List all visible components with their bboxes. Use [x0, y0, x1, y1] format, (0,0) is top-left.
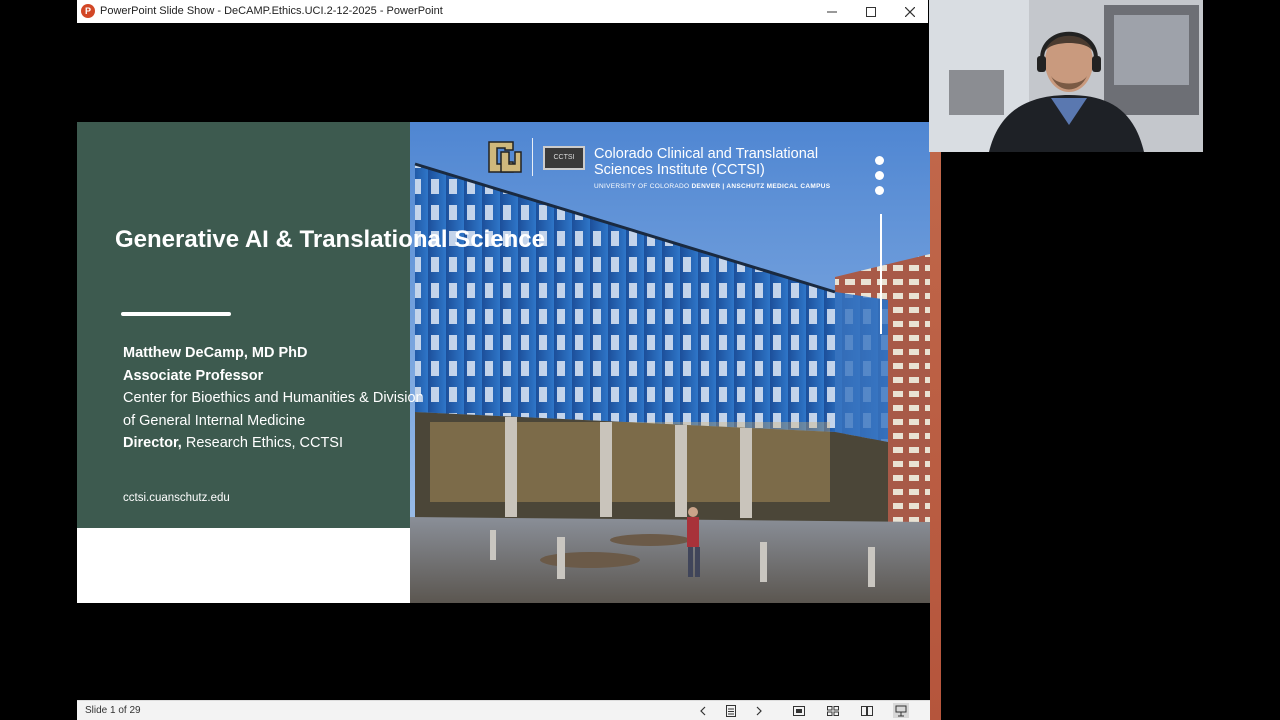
window-edge-strip	[930, 152, 941, 720]
website-url: cctsi.cuanschutz.edu	[123, 492, 230, 504]
decor-dot	[875, 171, 884, 180]
title-panel	[77, 122, 410, 528]
institute-subtitle-university: UNIVERSITY OF COLORADO	[594, 183, 692, 190]
normal-view-icon	[793, 705, 805, 716]
institute-name-line2: Sciences Institute (CCTSI)	[594, 162, 765, 178]
minimize-button[interactable]	[813, 0, 851, 23]
director-role: Research Ethics, CCTSI	[185, 435, 344, 451]
title-underline	[121, 312, 231, 316]
building-photo	[410, 122, 930, 603]
cctsi-badge: CCTSI	[543, 146, 585, 170]
presenter-info: Matthew DeCamp, MD PhD Associate Profess…	[123, 342, 483, 455]
chevron-left-icon	[700, 706, 706, 715]
institute-name: Colorado Clinical and Translational Scie…	[594, 146, 818, 178]
slideshow-view-button[interactable]	[893, 703, 909, 718]
cu-logo	[485, 138, 523, 176]
decor-dot	[875, 156, 884, 165]
decorative-line	[880, 214, 882, 334]
window-title-bar: P PowerPoint Slide Show - DeCAMP.Ethics.…	[77, 0, 928, 23]
window-title: PowerPoint Slide Show - DeCAMP.Ethics.UC…	[100, 5, 443, 17]
grid-icon	[827, 705, 839, 716]
chevron-right-icon	[756, 706, 762, 715]
slide-indicator: Slide 1 of 29	[85, 705, 141, 716]
minimize-icon	[827, 11, 837, 12]
presenter-position: Associate Professor	[123, 367, 264, 384]
slide: Generative AI & Translational Science Ma…	[77, 122, 930, 603]
presentation-icon	[895, 705, 907, 716]
logo-divider	[532, 138, 533, 176]
next-slide-button[interactable]	[751, 703, 767, 718]
institute-name-line1: Colorado Clinical and Translational	[594, 146, 819, 162]
normal-view-button[interactable]	[791, 703, 807, 718]
slideshow-status-bar: Slide 1 of 29	[77, 700, 930, 720]
cu-logo-icon	[488, 141, 522, 173]
decorative-dots	[875, 156, 885, 201]
slide-sorter-button[interactable]	[825, 703, 841, 718]
decor-dot	[875, 186, 884, 195]
close-icon	[905, 6, 915, 17]
book-icon	[861, 705, 873, 716]
maximize-button[interactable]	[852, 0, 890, 23]
institute-subtitle: UNIVERSITY OF COLORADO DENVER | ANSCHUTZ…	[594, 183, 830, 190]
maximize-icon	[866, 6, 876, 17]
presenter-dept-line2: of General Internal Medicine	[123, 412, 306, 429]
close-button[interactable]	[891, 0, 929, 23]
powerpoint-app-icon: P	[81, 4, 95, 18]
slide-title: Generative AI & Translational Science	[115, 226, 545, 253]
institute-subtitle-campus: DENVER | ANSCHUTZ MEDICAL CAMPUS	[691, 183, 831, 190]
building-illustration	[410, 122, 930, 603]
previous-slide-button[interactable]	[695, 703, 711, 718]
webcam-video-feed	[929, 0, 1203, 152]
webcam-illustration	[929, 0, 1203, 152]
director-label: Director,	[123, 435, 182, 451]
slide-menu-button[interactable]	[723, 703, 739, 718]
presenter-name: Matthew DeCamp, MD PhD	[123, 345, 308, 361]
presenter-director: Director, Research Ethics, CCTSI	[123, 432, 483, 455]
presenter-dept-line1: Center for Bioethics and Humanities & Di…	[123, 390, 424, 406]
reading-view-button[interactable]	[859, 703, 875, 718]
document-icon	[726, 704, 736, 717]
